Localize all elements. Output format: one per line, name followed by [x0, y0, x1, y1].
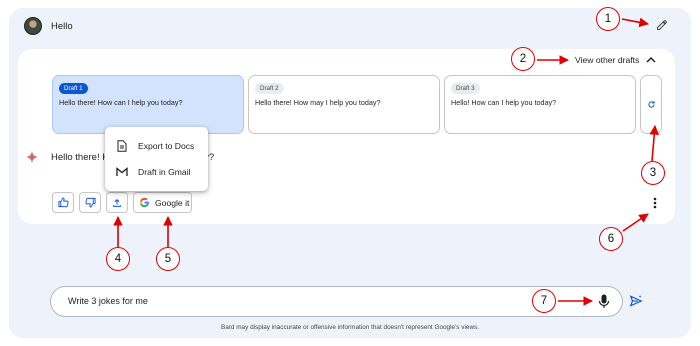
edit-prompt-button[interactable]	[654, 17, 670, 33]
google-it-label: Google it	[155, 197, 190, 208]
draft-text: Hello! How can I help you today?	[451, 98, 557, 107]
docs-icon	[116, 140, 128, 152]
google-it-button[interactable]: Google it	[133, 192, 192, 213]
annotation-marker: 4	[106, 247, 130, 271]
bard-sparkle-icon	[25, 150, 39, 164]
annotation-marker: 5	[156, 247, 180, 271]
more-vert-icon	[653, 197, 657, 209]
draft-in-gmail-label: Draft in Gmail	[138, 167, 191, 177]
draft-badge: Draft 1	[59, 83, 88, 94]
prompt-input-text: Write 3 jokes for me	[68, 296, 148, 306]
view-other-drafts-toggle[interactable]: View other drafts	[575, 55, 656, 65]
draft-in-gmail-item[interactable]: Draft in Gmail	[105, 159, 208, 185]
draft-card-3[interactable]: Draft 3 Hello! How can I help you today?	[444, 75, 636, 134]
draft-card-2[interactable]: Draft 2 Hello there! How may I help you …	[248, 75, 440, 134]
share-export-button[interactable]	[106, 192, 128, 213]
more-options-button[interactable]	[649, 195, 661, 211]
draft-card-1[interactable]: Draft 1 Hello there! How can I help you …	[52, 75, 244, 134]
refresh-icon	[647, 101, 655, 108]
user-prompt-row: Hello	[24, 15, 73, 37]
draft-text: Hello there! How may I help you today?	[255, 98, 381, 107]
annotation-marker: 3	[641, 161, 665, 185]
thumbs-up-icon	[57, 197, 69, 208]
annotation-marker: 7	[532, 289, 556, 313]
chevron-up-icon	[646, 57, 656, 63]
disclaimer-text: Bard may display inaccurate or offensive…	[220, 324, 480, 331]
draft-badge: Draft 2	[255, 83, 284, 94]
draft-text: Hello there! How can I help you today?	[59, 98, 183, 107]
user-prompt-text: Hello	[51, 20, 73, 32]
draft-badge: Draft 3	[451, 83, 480, 94]
share-export-menu: Export to Docs Draft in Gmail	[105, 127, 208, 191]
export-to-docs-label: Export to Docs	[138, 141, 195, 151]
annotation-marker: 6	[599, 227, 623, 251]
annotation-marker: 2	[511, 47, 535, 71]
thumbs-up-button[interactable]	[52, 192, 74, 213]
google-g-icon	[139, 197, 149, 208]
upload-share-icon	[113, 198, 121, 207]
thumbs-down-icon	[84, 197, 96, 208]
thumbs-down-button[interactable]	[79, 192, 101, 213]
gmail-icon	[116, 166, 128, 178]
view-other-drafts-label: View other drafts	[575, 55, 640, 65]
annotation-marker: 1	[596, 7, 620, 31]
export-to-docs-item[interactable]: Export to Docs	[105, 133, 208, 159]
microphone-icon[interactable]	[598, 294, 610, 309]
send-icon[interactable]	[629, 294, 643, 308]
pencil-icon	[657, 20, 667, 30]
regenerate-drafts-button[interactable]	[640, 75, 662, 134]
user-avatar	[24, 17, 42, 35]
